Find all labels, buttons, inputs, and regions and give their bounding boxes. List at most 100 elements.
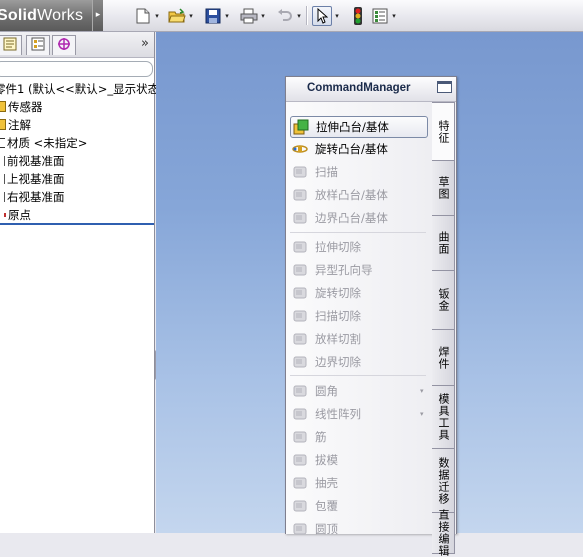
options-dropdown-arrow[interactable]: ▾: [390, 12, 398, 20]
select-arrow-icon: [312, 5, 332, 26]
tree-item-sensors[interactable]: 传感器: [0, 98, 43, 116]
new-document-button[interactable]: ▾: [134, 5, 161, 26]
save-disk-icon: [204, 7, 222, 25]
plane-icon: [0, 174, 5, 184]
command-extruded-boss[interactable]: 拉伸凸台/基体: [290, 116, 428, 138]
tree-item-right-plane[interactable]: 右视基准面: [0, 188, 65, 206]
command-tab-6[interactable]: 数据迁移: [432, 448, 455, 513]
command-label: 扫描: [315, 165, 338, 179]
property-manager-icon: [31, 37, 45, 54]
command-sweep[interactable]: 扫描: [290, 162, 428, 182]
command-tab-2[interactable]: 曲面: [432, 215, 455, 271]
print-dropdown-arrow[interactable]: ▾: [259, 12, 267, 20]
tree-item-label: 注解: [8, 118, 31, 132]
save-dropdown-arrow[interactable]: ▾: [223, 12, 231, 20]
origin-icon: [0, 213, 6, 217]
save-button[interactable]: ▾: [204, 5, 231, 26]
command-menu-arrow[interactable]: ▾: [420, 381, 424, 401]
command-extruded-cut[interactable]: 拉伸切除: [290, 237, 428, 257]
tab-property-manager[interactable]: [26, 35, 50, 55]
command-loft[interactable]: 放样凸台/基体: [290, 185, 428, 205]
feature-filter-field[interactable]: [0, 61, 153, 77]
open-dropdown-arrow[interactable]: ▾: [187, 12, 195, 20]
configuration-manager-icon: [57, 37, 71, 54]
command-fillet[interactable]: 圆角 ▾: [290, 381, 428, 401]
command-tab-4[interactable]: 焊件: [432, 329, 455, 386]
tree-item-top-plane[interactable]: 上视基准面: [0, 170, 65, 188]
command-swept-cut[interactable]: 扫描切除: [290, 306, 428, 326]
tree-item-origin[interactable]: 原点: [0, 206, 31, 224]
tree-item-label: 前视基准面: [7, 154, 65, 168]
command-tab-3[interactable]: 钣金: [432, 270, 455, 330]
command-wrap[interactable]: 包覆: [290, 496, 428, 516]
tree-item-annotations[interactable]: 注解: [0, 116, 31, 134]
tree-item-label: 上视基准面: [7, 172, 65, 186]
command-menu-arrow[interactable]: ▾: [420, 404, 424, 424]
command-boundary-cut[interactable]: 边界切除: [290, 352, 428, 372]
command-label: 线性阵列: [315, 407, 361, 421]
revolved-cut-icon: [292, 285, 308, 301]
command-manager-titlebar[interactable]: CommandManager: [286, 77, 456, 102]
select-dropdown-arrow[interactable]: ▾: [333, 12, 341, 20]
command-shell[interactable]: 抽壳: [290, 473, 428, 493]
print-button[interactable]: ▾: [240, 5, 267, 26]
command-label: 圆顶: [315, 522, 338, 536]
command-group-divider: [290, 232, 426, 233]
command-dome[interactable]: 圆顶: [290, 519, 428, 539]
options-button[interactable]: ▾: [371, 5, 398, 26]
sensor-folder-icon: [0, 101, 6, 112]
feature-manager-pane: » 零件1 (默认<<默认>_显示状态 传感器 注解 材质 <未指定> 前视基准…: [0, 32, 159, 533]
tree-item-material[interactable]: 材质 <未指定>: [0, 134, 87, 152]
revolved-boss-icon: [292, 141, 308, 157]
command-rib[interactable]: 筋: [290, 427, 428, 447]
menu-expand-arrow[interactable]: ▸: [92, 0, 103, 31]
tree-item-label: 原点: [8, 208, 31, 222]
command-tab-label: 模具工具: [437, 393, 450, 441]
command-tab-5[interactable]: 模具工具: [432, 385, 455, 449]
undo-icon: [276, 7, 294, 25]
linear-pattern-icon: [292, 406, 308, 422]
traffic-light-icon: [349, 6, 367, 25]
tab-feature-tree[interactable]: [0, 35, 22, 55]
command-tab-7[interactable]: 直接编辑: [432, 509, 455, 557]
undo-button[interactable]: ▾: [276, 5, 303, 26]
command-draft[interactable]: 拔模: [290, 450, 428, 470]
shell-icon: [292, 475, 308, 491]
command-label: 抽壳: [315, 476, 338, 490]
new-document-icon: [134, 7, 152, 25]
rollback-bar[interactable]: [0, 223, 154, 225]
command-tab-label: 草图: [437, 176, 450, 200]
rebuild-button[interactable]: [349, 5, 367, 26]
more-tabs-chevron[interactable]: »: [141, 36, 149, 51]
command-hole-wizard[interactable]: 异型孔向导: [290, 260, 428, 280]
tree-item-part[interactable]: 零件1 (默认<<默认>_显示状态: [0, 80, 159, 98]
command-label: 旋转切除: [315, 286, 361, 300]
command-tab-label: 特征: [437, 119, 450, 144]
command-label: 放样凸台/基体: [315, 188, 388, 202]
rib-icon: [292, 429, 308, 445]
command-linear-pattern[interactable]: 线性阵列 ▾: [290, 404, 428, 424]
command-tab-label: 曲面: [437, 231, 450, 255]
plane-icon: [0, 192, 5, 202]
command-label: 拉伸切除: [315, 240, 361, 254]
command-revolved-boss[interactable]: 旋转凸台/基体: [290, 139, 428, 159]
fillet-icon: [292, 383, 308, 399]
command-tab-1[interactable]: 草图: [432, 160, 455, 216]
command-boundary-boss[interactable]: 边界凸台/基体: [290, 208, 428, 228]
command-tab-label: 钣金: [437, 288, 450, 312]
new-dropdown-arrow[interactable]: ▾: [153, 12, 161, 20]
feature-tree-icon: [3, 37, 17, 54]
select-button[interactable]: ▾: [312, 5, 341, 26]
tree-item-front-plane[interactable]: 前视基准面: [0, 152, 65, 170]
command-revolved-cut[interactable]: 旋转切除: [290, 283, 428, 303]
dock-window-icon[interactable]: [437, 81, 452, 93]
tab-configuration-manager[interactable]: [52, 35, 76, 55]
solidworks-logo[interactable]: SolidWorks: [0, 0, 92, 31]
command-lofted-cut[interactable]: 放样切割: [290, 329, 428, 349]
undo-dropdown-arrow[interactable]: ▾: [295, 12, 303, 20]
tree-item-label: 传感器: [8, 100, 43, 114]
command-tab-0[interactable]: 特征: [432, 102, 455, 161]
command-label: 放样切割: [315, 332, 361, 346]
command-label: 拉伸凸台/基体: [316, 120, 389, 134]
open-button[interactable]: ▾: [168, 5, 195, 26]
